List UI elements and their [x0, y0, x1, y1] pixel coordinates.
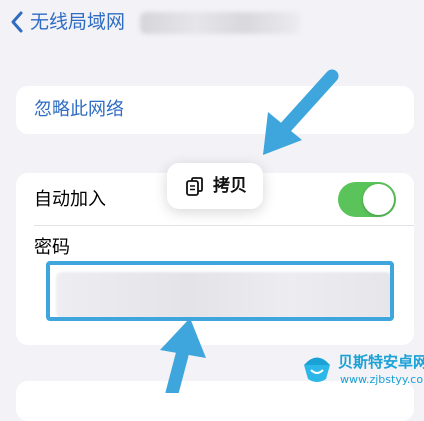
auto-join-toggle[interactable]: [338, 182, 396, 217]
navigation-bar: 无线局域网: [0, 0, 424, 44]
logo-icon: [304, 357, 330, 382]
copy-icon: [186, 177, 203, 196]
watermark-title: 贝斯特安卓网: [338, 353, 424, 371]
auto-join-label: 自动加入: [34, 189, 106, 210]
password-highlight-box: [46, 261, 394, 321]
copy-popup-menu[interactable]: 拷贝: [167, 163, 263, 209]
forget-network-button[interactable]: 忽略此网络: [34, 97, 124, 123]
network-name-redacted: [140, 12, 300, 34]
site-watermark: 贝斯特安卓网 www.zjbstyy.com: [298, 350, 424, 393]
password-label: 密码: [34, 237, 70, 258]
back-button[interactable]: 无线局域网: [30, 10, 125, 34]
divider: [34, 225, 414, 226]
forget-network-card[interactable]: 忽略此网络: [16, 86, 414, 134]
toggle-knob: [363, 184, 394, 215]
watermark-url: www.zjbstyy.com: [340, 373, 424, 386]
copy-button[interactable]: 拷贝: [213, 174, 247, 198]
chevron-left-icon[interactable]: [8, 10, 26, 34]
